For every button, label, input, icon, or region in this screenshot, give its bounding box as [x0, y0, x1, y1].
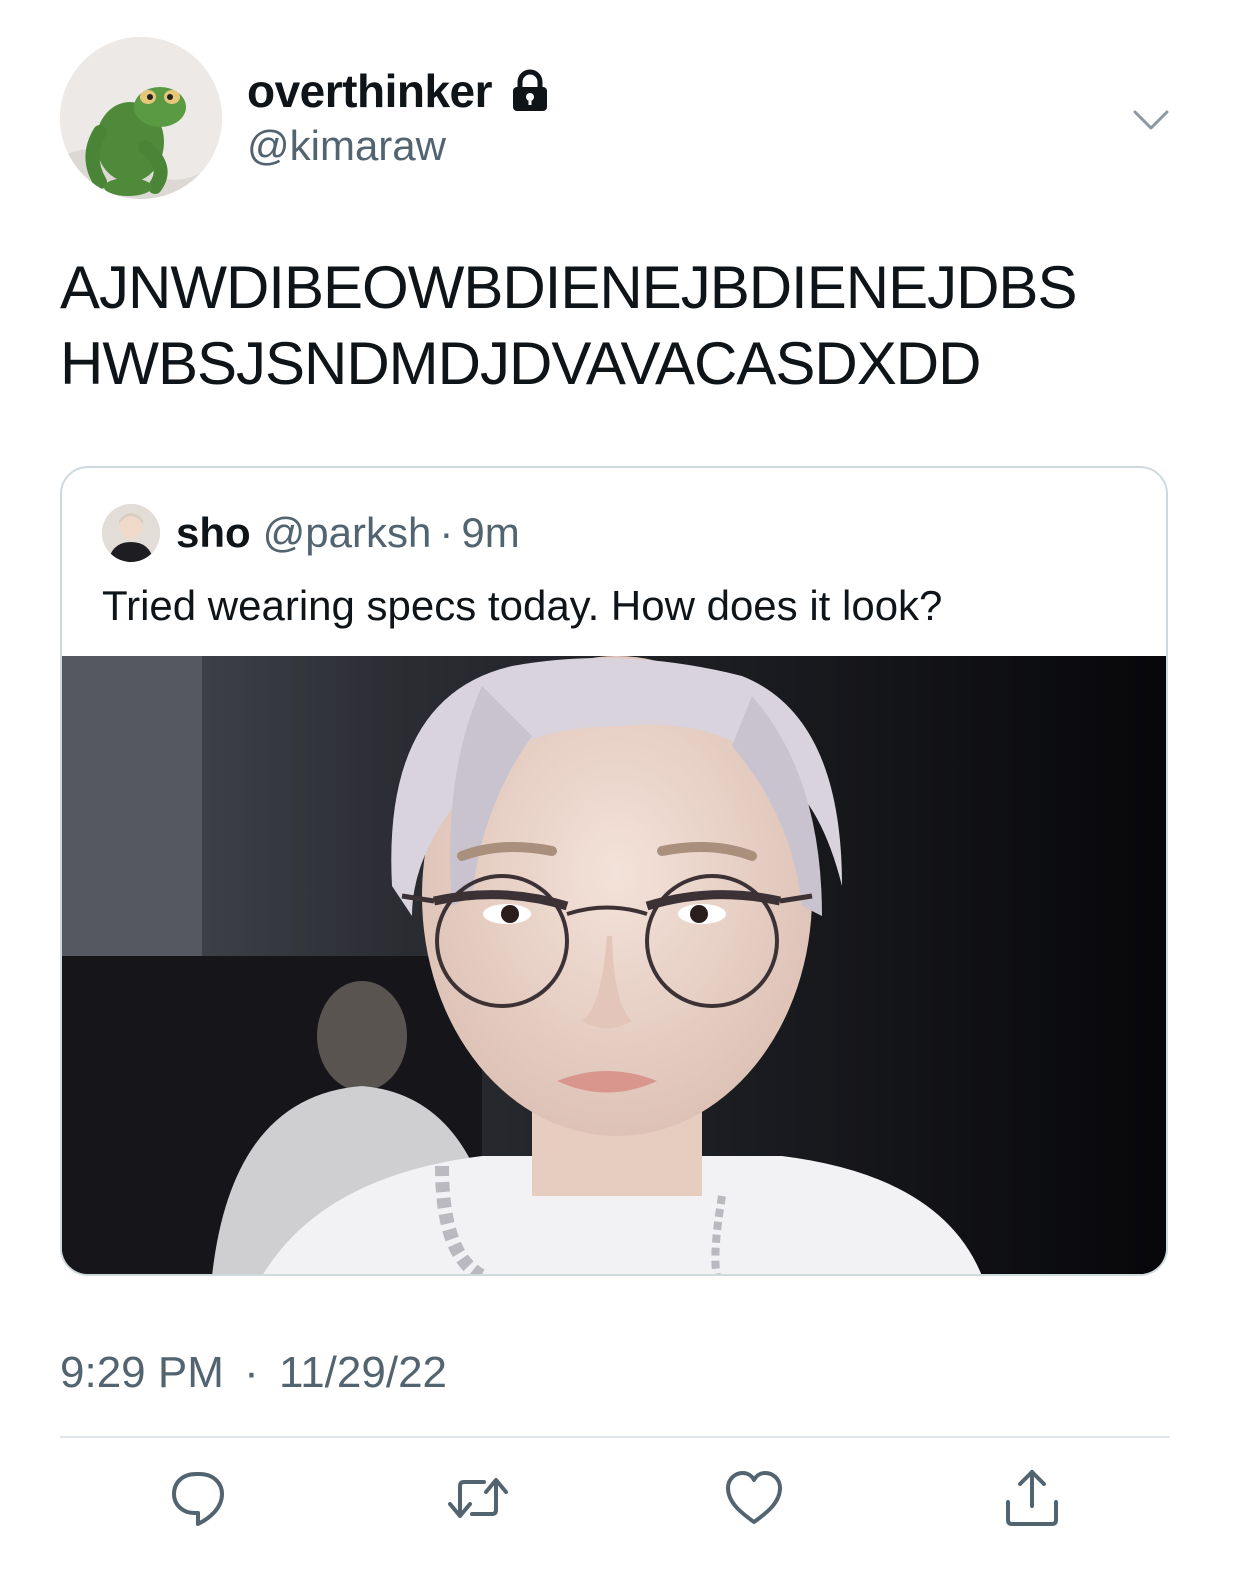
quoted-author-handle: @parksh — [262, 509, 432, 556]
tweet-time: 9:29 PM — [60, 1348, 224, 1397]
quoted-separator: · — [439, 509, 454, 556]
quoted-tweet-card[interactable]: sho @parksh · 9m Tried wearing specs tod… — [60, 466, 1168, 1276]
tweet-date: 11/29/22 — [279, 1348, 448, 1397]
action-bar — [0, 1466, 1242, 1536]
quoted-tweet-header: sho @parksh · 9m — [102, 504, 520, 562]
lock-icon — [508, 69, 552, 113]
retweet-icon[interactable] — [446, 1466, 510, 1530]
quoted-tweet-text: Tried wearing specs today. How does it l… — [102, 582, 943, 629]
chevron-down-icon[interactable] — [1131, 100, 1171, 140]
photo-portrait — [62, 656, 1166, 1274]
tweet-text: AJNWDIBEOWBDIENEJBDIENEJDBS HWBSJSNDMDJD… — [60, 250, 1190, 402]
author-avatar[interactable] — [60, 37, 222, 199]
tweet-text-line: AJNWDIBEOWBDIENEJBDIENEJDBS — [60, 254, 1077, 321]
author-handle[interactable]: @kimaraw — [247, 122, 446, 170]
quoted-author-avatar — [102, 504, 160, 562]
tweet: overthinker @kimaraw AJNWDIBEOWBDIENEJBD… — [0, 0, 1242, 1584]
tweet-timestamp[interactable]: 9:29 PM · 11/29/22 — [60, 1348, 447, 1398]
timestamp-separator: · — [244, 1348, 259, 1397]
quoted-tweet-photo[interactable] — [62, 656, 1166, 1274]
quoted-author-name: sho — [176, 509, 251, 556]
divider — [60, 1436, 1170, 1438]
like-icon[interactable] — [722, 1466, 786, 1530]
quoted-timestamp: 9m — [461, 509, 520, 556]
author-name-row: overthinker — [247, 64, 552, 118]
share-icon[interactable] — [1000, 1466, 1064, 1530]
author-avatar-image — [60, 37, 222, 199]
author-display-name[interactable]: overthinker — [247, 64, 493, 118]
tweet-text-line: HWBSJSNDMDJDVAVACASDXDD — [60, 330, 981, 397]
reply-icon[interactable] — [166, 1466, 230, 1530]
